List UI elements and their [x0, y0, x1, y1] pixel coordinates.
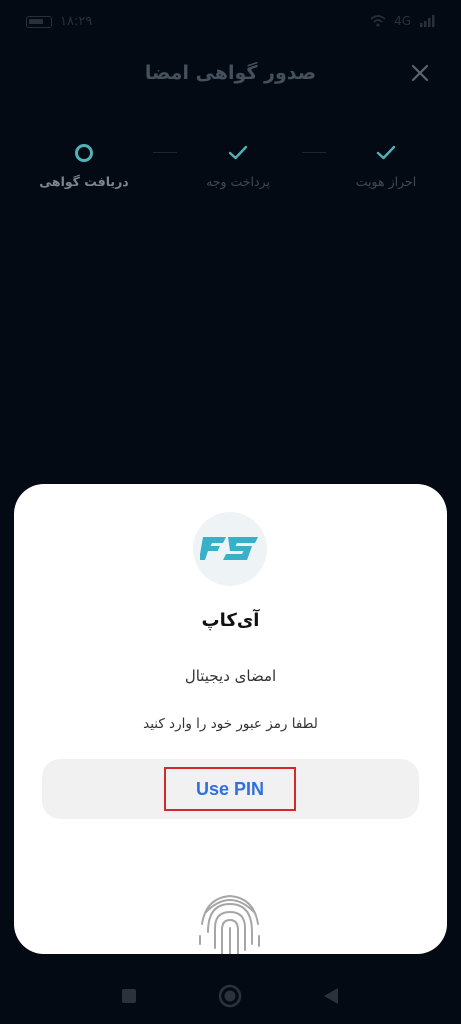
- password-prompt: لطفا رمز عبور خود را وارد کنید: [143, 716, 318, 732]
- use-pin-row[interactable]: Use PIN: [42, 759, 419, 819]
- screen: ۱۸:۲۹ 4G صدور گواهی امضا احراز هویت پردا…: [0, 0, 461, 1024]
- step-payment: پرداخت وجه: [173, 140, 303, 189]
- check-icon: [376, 145, 396, 160]
- close-icon: [411, 64, 429, 82]
- step-identity: احراز هویت: [321, 140, 451, 189]
- step-certificate: دریافت گواهی: [19, 140, 149, 189]
- wifi-icon: [370, 15, 386, 27]
- step-label: دریافت گواهی: [39, 174, 129, 189]
- home-circle-icon: [218, 984, 242, 1008]
- active-step-icon: [75, 144, 93, 162]
- app-logo: [193, 512, 267, 586]
- use-pin-button[interactable]: Use PIN: [164, 767, 296, 811]
- system-nav-bar: [0, 966, 461, 1024]
- step-label: پرداخت وجه: [206, 174, 270, 189]
- back-triangle-icon: [324, 988, 338, 1004]
- fingerprint-icon[interactable]: [196, 888, 264, 954]
- battery-icon: [26, 15, 52, 28]
- back-button[interactable]: [322, 987, 340, 1009]
- status-left: ۱۸:۲۹: [26, 14, 92, 29]
- home-button[interactable]: [218, 984, 242, 1012]
- sheet-subtitle: امضای دیجیتال: [184, 667, 277, 685]
- recent-apps-button[interactable]: [121, 988, 137, 1008]
- biometric-sheet: آی‌کاپ امضای دیجیتال لطفا رمز عبور خود ر…: [14, 484, 447, 954]
- step-label: احراز هویت: [355, 174, 417, 189]
- network-type: 4G: [394, 14, 411, 28]
- app-name: آی‌کاپ: [201, 610, 260, 631]
- square-icon: [122, 989, 136, 1003]
- status-time: ۱۸:۲۹: [60, 14, 93, 29]
- header: صدور گواهی امضا: [0, 52, 461, 96]
- page-title: صدور گواهی امضا: [144, 62, 317, 84]
- status-right: 4G: [370, 14, 435, 28]
- status-bar: ۱۸:۲۹ 4G: [0, 0, 461, 44]
- progress-stepper: احراز هویت پرداخت وجه دریافت گواهی: [0, 140, 461, 200]
- close-button[interactable]: [407, 60, 433, 86]
- app-logo-icon: [200, 537, 258, 560]
- check-icon: [228, 145, 248, 160]
- signal-icon: [420, 15, 435, 27]
